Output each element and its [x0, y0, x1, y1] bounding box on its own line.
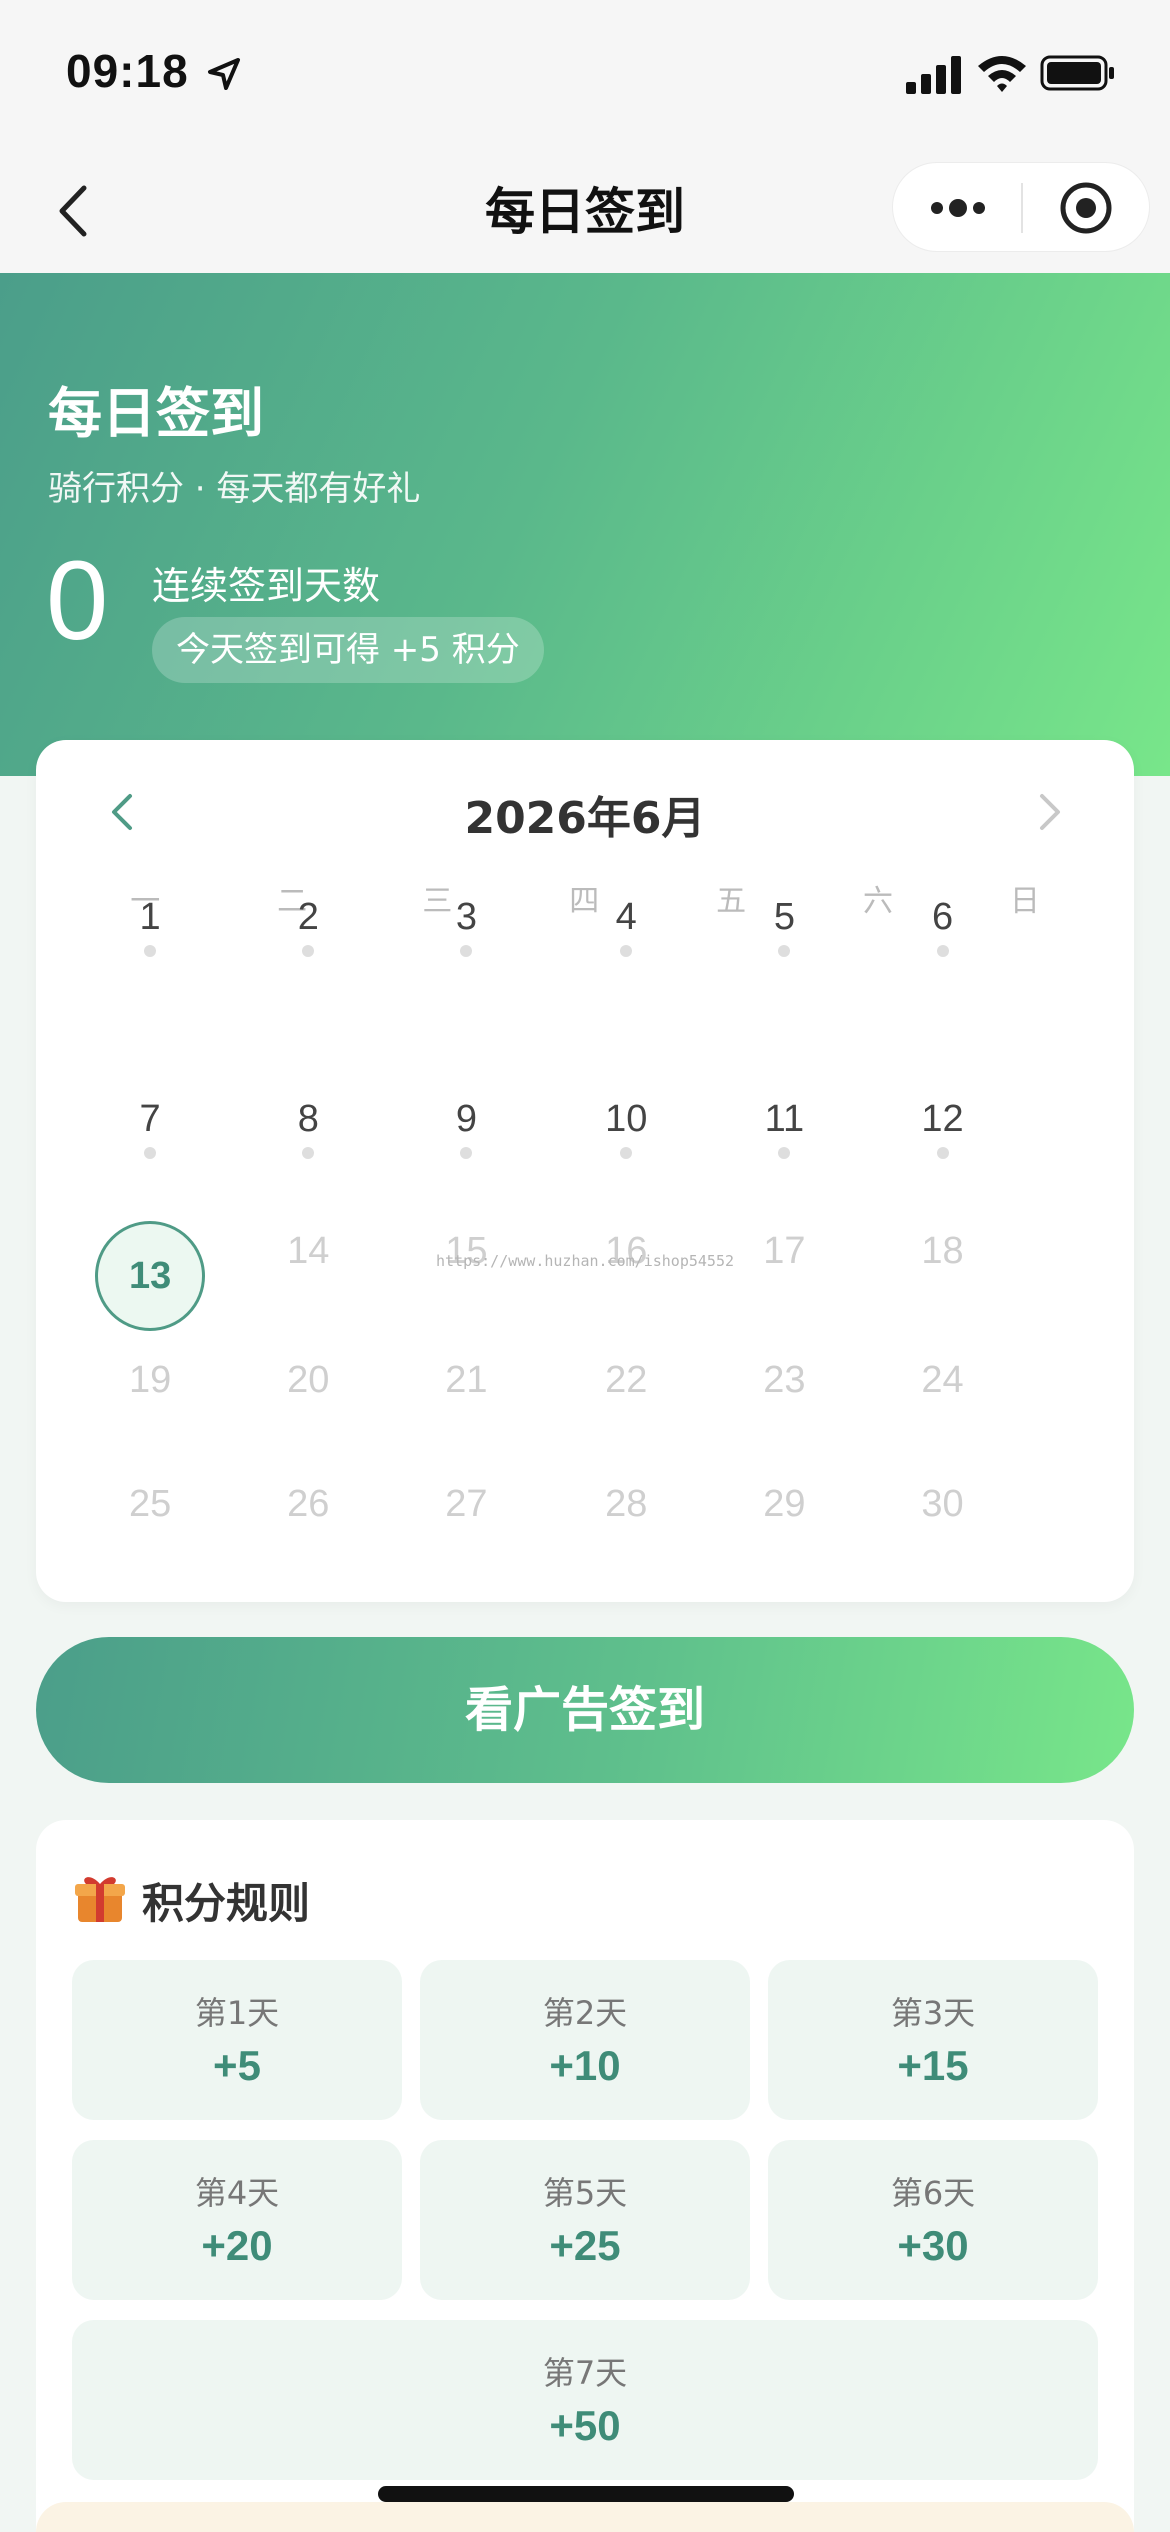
hero-title: 每日签到	[48, 382, 264, 445]
close-target-icon[interactable]	[1057, 179, 1115, 237]
calendar-day[interactable]: 5	[724, 887, 844, 947]
rule-day-label: 第7天	[542, 2354, 628, 2392]
calendar-day[interactable]: 19	[90, 1350, 210, 1410]
day-status-dot	[620, 944, 633, 957]
rule-points-value: +25	[549, 2222, 621, 2269]
calendar-day-today[interactable]: 13	[95, 1220, 206, 1331]
hero-banner: 每日签到 骑行积分 · 每天都有好礼 0 连续签到天数 今天签到可得 +5 积分	[0, 273, 1170, 776]
rule-tile-day-2: 第2天 +10	[420, 1960, 750, 2120]
home-indicator	[378, 2486, 794, 2502]
rule-day-label: 第5天	[542, 2174, 628, 2212]
miniprogram-capsule	[892, 162, 1150, 252]
calendar-day[interactable]: 12	[883, 1089, 1003, 1149]
calendar-day[interactable]: 18	[883, 1221, 1003, 1281]
calendar-day[interactable]: 15	[406, 1221, 526, 1281]
calendar-day[interactable]: 29	[724, 1474, 844, 1534]
calendar-day[interactable]: 16	[566, 1221, 686, 1281]
calendar-day[interactable]: 6	[883, 887, 1003, 947]
calendar-day[interactable]: 3	[406, 887, 526, 947]
day-status-dot	[144, 1146, 157, 1159]
calendar-day[interactable]: 20	[248, 1350, 368, 1410]
calendar-day[interactable]: 7	[90, 1089, 210, 1149]
battery-icon	[1040, 55, 1114, 91]
calendar-day[interactable]: 22	[566, 1350, 686, 1410]
rule-tile-day-1: 第1天 +5	[72, 1960, 402, 2120]
calendar-day[interactable]: 24	[883, 1350, 1003, 1410]
location-arrow-icon	[208, 58, 240, 90]
cellular-signal-icon	[906, 56, 961, 94]
rule-day-label: 第1天	[194, 1994, 280, 2032]
rule-points-value: +30	[897, 2222, 969, 2269]
points-rules-card: 积分规则 第1天 +5 第2天 +10 第3天 +15 第4天 +20 第5天 +25 第6天 +30…	[36, 1820, 1134, 2532]
calendar-day[interactable]: 21	[406, 1350, 526, 1410]
rule-points-value: +50	[549, 2402, 621, 2449]
watch-ad-sign-in-button[interactable]: 看广告签到	[36, 1637, 1134, 1783]
day-status-dot	[302, 944, 315, 957]
rule-points-value: +15	[897, 2042, 969, 2089]
calendar-day[interactable]: 23	[724, 1350, 844, 1410]
day-status-dot	[778, 1146, 791, 1159]
next-card-peek	[36, 2502, 1134, 2532]
wifi-icon	[978, 56, 1026, 92]
calendar-day[interactable]: 4	[566, 887, 686, 947]
more-dots-icon[interactable]	[923, 188, 993, 228]
calendar-day[interactable]: 17	[724, 1221, 844, 1281]
day-status-dot	[936, 1146, 949, 1159]
rule-tile-day-4: 第4天 +20	[72, 2140, 402, 2300]
calendar-day[interactable]: 10	[566, 1089, 686, 1149]
rules-title: 积分规则	[142, 1879, 311, 1928]
day-status-dot	[936, 944, 949, 957]
calendar-day[interactable]: 25	[90, 1474, 210, 1534]
rule-day-label: 第3天	[890, 1994, 976, 2032]
status-bar: 09:18	[0, 0, 1170, 150]
calendar-day[interactable]: 26	[248, 1474, 368, 1534]
streak-label: 连续签到天数	[152, 564, 381, 608]
rule-tile-day-6: 第6天 +30	[768, 2140, 1098, 2300]
rule-day-label: 第4天	[194, 2174, 280, 2212]
calendar-month-label: 2026年6月	[464, 793, 706, 844]
calendar-day[interactable]: 30	[883, 1474, 1003, 1534]
rule-tile-day-5: 第5天 +25	[420, 2140, 750, 2300]
day-status-dot	[460, 1146, 473, 1159]
rule-tile-day-3: 第3天 +15	[768, 1960, 1098, 2120]
rule-points-value: +20	[201, 2222, 273, 2269]
calendar-day[interactable]: 2	[248, 887, 368, 947]
rule-day-label: 第2天	[542, 1994, 628, 2032]
calendar-day[interactable]: 1	[90, 887, 210, 947]
rule-points-value: +10	[549, 2042, 621, 2089]
day-status-dot	[620, 1146, 633, 1159]
day-status-dot	[460, 944, 473, 957]
watermark-url: https://www.huzhan.com/ishop54552	[436, 1252, 735, 1270]
calendar-day[interactable]: 11	[724, 1089, 844, 1149]
rule-points-value: +5	[213, 2042, 261, 2089]
calendar-day[interactable]: 27	[406, 1474, 526, 1534]
calendar-day[interactable]: 8	[248, 1089, 368, 1149]
streak-count: 0	[46, 538, 109, 663]
status-time: 09:18	[66, 45, 189, 97]
day-status-dot	[144, 944, 157, 957]
day-status-dot	[302, 1146, 315, 1159]
calendar-day[interactable]: 14	[248, 1221, 368, 1281]
rule-day-label: 第6天	[890, 2174, 976, 2212]
calendar-card: 2026年6月 一二三四五六日 1 2 3 4 5 6 7 8 9 10 11 12 13 14 15 16 1…	[36, 740, 1134, 1602]
reward-badge: 今天签到可得 +5 积分	[152, 617, 544, 683]
calendar-day[interactable]: 9	[406, 1089, 526, 1149]
hero-subtitle: 骑行积分 · 每天都有好礼	[48, 469, 421, 509]
rule-tile-day-7: 第7天 +50	[72, 2320, 1098, 2480]
gift-icon	[75, 1877, 125, 1922]
capsule-divider	[1021, 183, 1023, 233]
next-month-icon[interactable]	[1030, 784, 1070, 840]
calendar-day[interactable]: 28	[566, 1474, 686, 1534]
day-status-dot	[778, 944, 791, 957]
nav-bar: 每日签到	[0, 150, 1170, 273]
